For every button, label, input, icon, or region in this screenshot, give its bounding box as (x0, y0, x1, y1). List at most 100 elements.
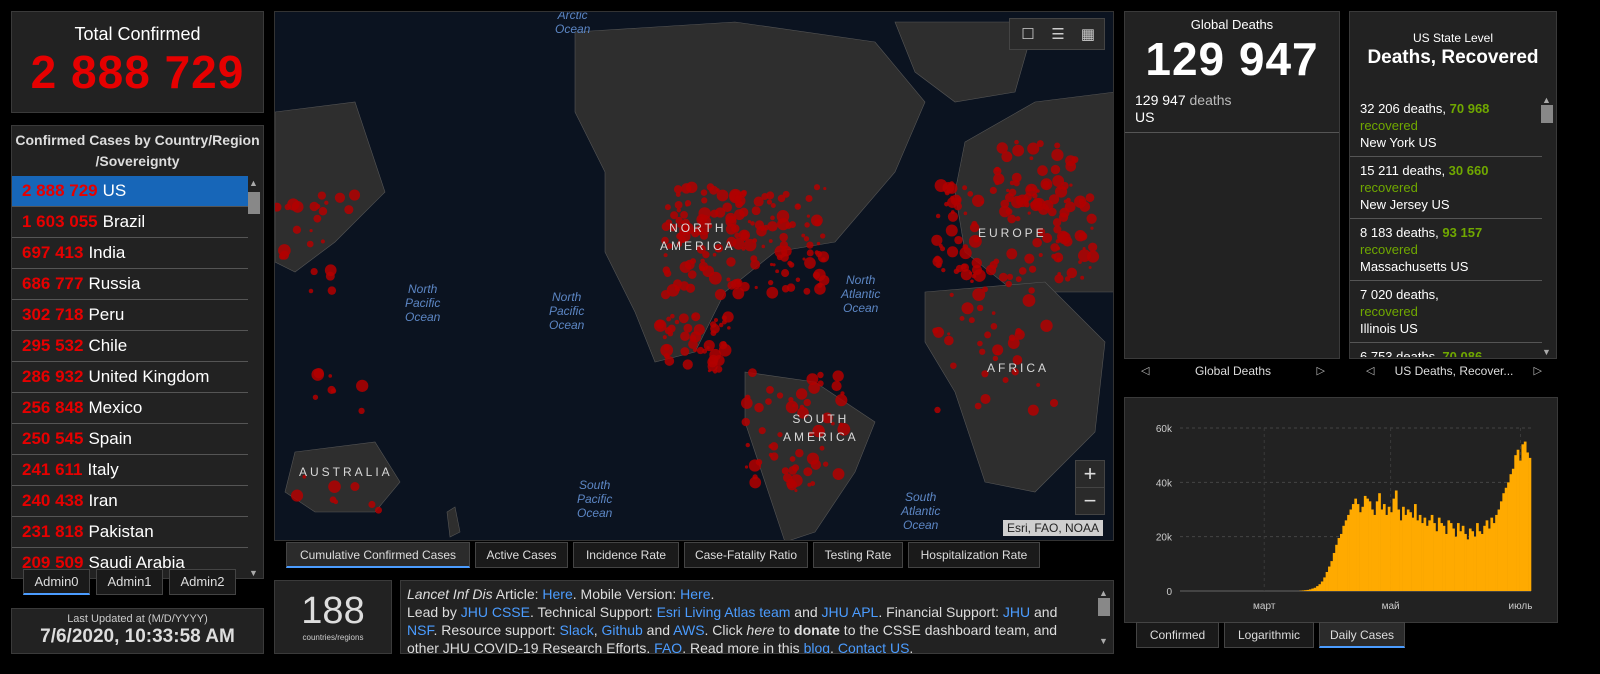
country-row[interactable]: 256 848 Mexico (12, 393, 248, 424)
scroll-thumb[interactable] (1541, 105, 1553, 123)
case-dot (766, 286, 779, 299)
map-canvas[interactable] (275, 12, 1114, 541)
case-dot (328, 480, 341, 493)
case-dot (795, 388, 808, 400)
qr-icon[interactable]: ▦ (1078, 25, 1098, 43)
us-state-row[interactable]: 32 206 deaths, 70 968 recovered New York U… (1350, 95, 1542, 157)
scroll-thumb[interactable] (1098, 598, 1110, 616)
chevron-right-icon[interactable]: ▷ (1317, 356, 1325, 386)
daily-bar (1483, 525, 1486, 591)
chevron-right-icon[interactable]: ▷ (1534, 356, 1542, 386)
link-github[interactable]: Github (602, 622, 643, 638)
link-jhu-csse[interactable]: JHU CSSE (461, 604, 530, 620)
case-dot (1027, 211, 1031, 215)
tab-admin1[interactable]: Admin1 (96, 569, 163, 595)
link-nsf[interactable]: NSF (407, 622, 433, 638)
case-dot (768, 280, 774, 286)
tab-hospitalization-rate[interactable]: Hospitalization Rate (908, 542, 1040, 568)
case-dot (776, 392, 784, 399)
country-row[interactable]: 295 532 Chile (12, 331, 248, 362)
global-deaths-entry[interactable]: 129 947 deaths US (1125, 86, 1339, 133)
case-dot (348, 189, 361, 201)
case-dot (749, 476, 762, 489)
chevron-left-icon[interactable]: ◁ (1366, 356, 1374, 386)
case-dot (1028, 287, 1035, 294)
country-row[interactable]: 240 438 Iran (12, 486, 248, 517)
case-dot (706, 183, 715, 191)
tab-confirmed[interactable]: Confirmed (1136, 622, 1219, 648)
country-row[interactable]: 250 545 Spain (12, 424, 248, 455)
tab-admin0[interactable]: Admin0 (23, 569, 90, 595)
tab-testing-rate[interactable]: Testing Rate (813, 542, 903, 568)
global-deaths-value: 129 947 (1145, 33, 1319, 85)
case-dot (708, 354, 719, 365)
link-mobile-here[interactable]: Here (680, 586, 710, 602)
country-row[interactable]: 686 777 Russia (12, 269, 248, 300)
countries-count-value: 188 (301, 590, 365, 632)
case-dot (832, 370, 844, 382)
tab-incidence-rate[interactable]: Incidence Rate (573, 542, 679, 568)
daily-bar (1414, 504, 1417, 591)
case-dot (713, 317, 719, 323)
country-list[interactable]: 2 888 729 US 1 603 055 Brazil 697 413 India 68… (12, 176, 248, 578)
daily-bar (1461, 525, 1465, 591)
zoom-out-button[interactable]: − (1075, 487, 1105, 515)
tab-logarithmic[interactable]: Logarithmic (1224, 622, 1314, 648)
country-row[interactable]: 241 611 Italy (12, 455, 248, 486)
us-state-row[interactable]: 15 211 deaths, 30 660 recovered New Jersey… (1350, 157, 1542, 219)
case-dot (755, 458, 763, 466)
case-dot (1005, 280, 1013, 288)
tab-admin2[interactable]: Admin2 (169, 569, 236, 595)
country-row[interactable]: 302 718 Peru (12, 300, 248, 331)
case-dot (974, 402, 982, 410)
zoom-in-button[interactable]: + (1075, 460, 1105, 488)
tab-cumulative-confirmed[interactable]: Cumulative Confirmed Cases (286, 542, 470, 568)
info-scrollbar[interactable]: ▲ ▼ (1097, 584, 1111, 650)
country-row[interactable]: 2 888 729 US (12, 176, 248, 207)
case-dot (685, 283, 696, 293)
daily-bar (1523, 441, 1527, 591)
scroll-thumb[interactable] (248, 192, 260, 214)
us-state-row[interactable]: 7 020 deaths, recovered Illinois US (1350, 281, 1542, 343)
country-row[interactable]: 286 932 United Kingdom (12, 362, 248, 393)
country-list-scrollbar[interactable]: ▲ ▼ (247, 178, 261, 578)
link-slack[interactable]: Slack (560, 622, 594, 638)
country-row[interactable]: 1 603 055 Brazil (12, 207, 248, 238)
chevron-left-icon[interactable]: ◁ (1141, 356, 1149, 386)
scroll-down-icon[interactable]: ▼ (249, 568, 258, 578)
us-list-scrollbar[interactable]: ▲ ▼ (1540, 95, 1554, 357)
us-states-list[interactable]: 32 206 deaths, 70 968 recovered New York U… (1350, 95, 1542, 357)
bookmark-icon[interactable]: ☐ (1018, 25, 1038, 43)
link-jhu-apl[interactable]: JHU APL (822, 604, 879, 620)
case-dot (716, 188, 720, 192)
case-dot (678, 313, 689, 324)
link-faq[interactable]: FAQ (654, 640, 682, 653)
tab-case-fatality[interactable]: Case-Fatality Ratio (684, 542, 808, 568)
world-map[interactable]: Arctic Ocean North Pacific Ocean North P… (274, 11, 1114, 541)
link-article-here[interactable]: Here (542, 586, 572, 602)
list-icon[interactable]: ☰ (1048, 25, 1068, 43)
country-row[interactable]: 231 818 Pakistan (12, 517, 248, 548)
link-jhu[interactable]: JHU (1003, 604, 1030, 620)
scroll-down-icon[interactable]: ▼ (1099, 632, 1108, 650)
daily-bar (1478, 531, 1482, 591)
us-state-row[interactable]: 8 183 deaths, 93 157 recovered Massachuset… (1350, 219, 1542, 281)
country-row[interactable]: 697 413 India (12, 238, 248, 269)
scroll-up-icon[interactable]: ▲ (249, 178, 258, 188)
us-state-row[interactable]: 6 753 deaths, 70 086recoveredPennsylvani… (1350, 343, 1542, 357)
daily-bar (1335, 544, 1338, 591)
daily-bar (1406, 509, 1410, 591)
case-dot (977, 340, 983, 347)
country-cases: 2 888 729 (22, 181, 98, 200)
link-blog[interactable]: blog (804, 640, 830, 653)
link-esri[interactable]: Esri Living Atlas team (657, 604, 791, 620)
link-donate-here[interactable]: here (747, 622, 775, 638)
tab-active-cases[interactable]: Active Cases (475, 542, 568, 568)
y-tick-label: 40k (1156, 478, 1173, 489)
case-dot (1057, 272, 1062, 276)
tab-daily-cases[interactable]: Daily Cases (1319, 622, 1405, 648)
link-contact-us[interactable]: Contact US (838, 640, 910, 653)
link-aws[interactable]: AWS (673, 622, 704, 638)
scroll-up-icon[interactable]: ▲ (1542, 95, 1551, 105)
case-dot (748, 368, 757, 377)
